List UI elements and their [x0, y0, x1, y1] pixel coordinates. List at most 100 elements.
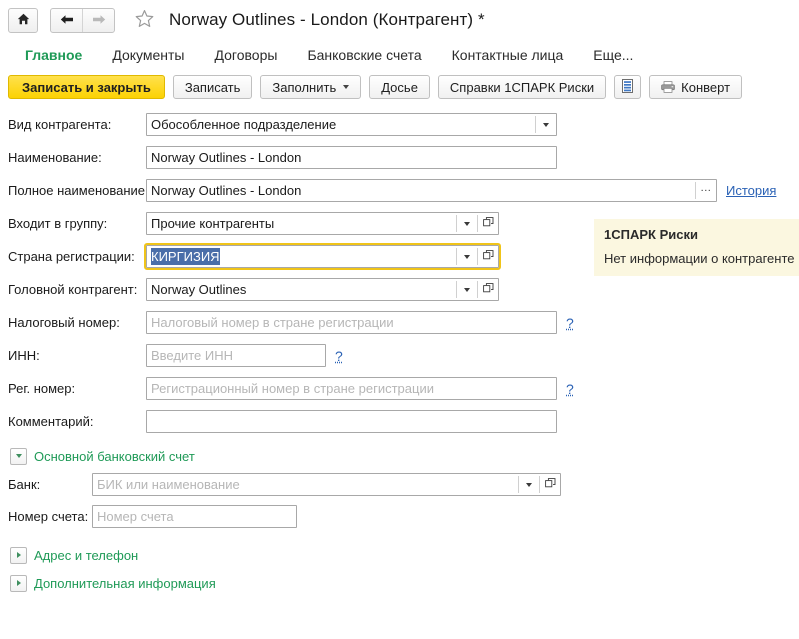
full-name-ellipsis-button[interactable]: ...: [696, 180, 716, 201]
chevron-down-icon: [464, 254, 470, 259]
group-dropdown-button[interactable]: [457, 213, 477, 234]
back-button[interactable]: [51, 9, 82, 32]
parent-dropdown-button[interactable]: [457, 279, 477, 300]
inn-field[interactable]: Введите ИНН: [146, 344, 326, 367]
country-value-wrap: КИРГИЗИЯ: [147, 246, 456, 267]
tab-kontaktnye-lica[interactable]: Контактные лица: [437, 47, 579, 63]
command-toolbar: Записать и закрыть Записать Заполнить До…: [0, 70, 799, 104]
address-phone-group-header[interactable]: Адрес и телефон: [0, 542, 799, 568]
account-number-placeholder: Номер счета: [97, 509, 174, 524]
label-name: Наименование:: [8, 150, 102, 165]
label-parent: Головной контрагент:: [8, 282, 138, 297]
form-row-kind: Вид контрагента: Обособленное подразделе…: [0, 108, 799, 141]
country-dropdown-button[interactable]: [457, 246, 477, 267]
star-outline-icon: [134, 9, 155, 32]
form-row-parent: Головной контрагент: Norway Outlines: [0, 273, 799, 306]
bank-field[interactable]: БИК или наименование: [92, 473, 561, 496]
add-to-favorites-button[interactable]: [129, 5, 159, 35]
printer-icon: [661, 81, 675, 93]
label-inn: ИНН:: [8, 348, 40, 363]
parent-value: Norway Outlines: [151, 282, 247, 297]
comment-field[interactable]: [146, 410, 557, 433]
tab-dogovory[interactable]: Договоры: [200, 47, 293, 63]
save-button[interactable]: Записать: [172, 75, 253, 99]
bank-account-group-header[interactable]: Основной банковский счет: [0, 443, 799, 469]
spark-risks-panel: 1СПАРК Риски Нет информации о контрагент…: [594, 219, 799, 276]
kind-value: Обособленное подразделение: [151, 117, 337, 132]
chevron-right-icon: [16, 580, 21, 586]
address-phone-group-label: Адрес и телефон: [34, 547, 139, 563]
tax-number-help-icon[interactable]: ?: [566, 315, 574, 331]
full-name-value: Norway Outlines - London: [151, 183, 302, 198]
additional-info-group-header[interactable]: Дополнительная информация: [0, 570, 799, 596]
section-tab-bar: Главное Документы Договоры Банковские сч…: [0, 40, 799, 70]
report-list-icon: [622, 78, 634, 96]
form-row-full-name: Полное наименование: Norway Outlines - L…: [0, 174, 799, 207]
label-reg-number: Рег. номер:: [8, 381, 76, 396]
reg-number-placeholder: Регистрационный номер в стране регистрац…: [151, 381, 434, 396]
chevron-right-icon: [16, 552, 21, 558]
expand-toggle-additional[interactable]: [10, 574, 27, 592]
collapse-toggle-bank[interactable]: [10, 447, 27, 465]
home-button[interactable]: [8, 7, 38, 33]
name-field[interactable]: Norway Outlines - London: [146, 146, 557, 169]
chevron-down-icon: [543, 122, 549, 127]
fill-button-label: Заполнить: [272, 79, 337, 95]
country-select-button[interactable]: [478, 246, 498, 267]
forward-button[interactable]: [82, 8, 114, 32]
bank-dropdown-button[interactable]: [519, 474, 539, 495]
tab-dokumenty[interactable]: Документы: [97, 47, 199, 63]
country-value: КИРГИЗИЯ: [151, 248, 220, 265]
expand-toggle-address[interactable]: [10, 546, 27, 564]
dossier-button[interactable]: Досье: [369, 75, 430, 99]
bank-select-button[interactable]: [540, 474, 560, 495]
group-value: Прочие контрагенты: [151, 216, 275, 231]
kind-dropdown-button[interactable]: [536, 114, 556, 135]
label-account-number: Номер счета:: [8, 509, 89, 524]
group-select-button[interactable]: [478, 213, 498, 234]
tab-glavnoe[interactable]: Главное: [10, 47, 97, 63]
label-group: Входит в группу:: [8, 216, 108, 231]
label-country: Страна регистрации:: [8, 249, 135, 264]
country-field[interactable]: КИРГИЗИЯ: [144, 243, 501, 270]
kind-field[interactable]: Обособленное подразделение: [146, 113, 557, 136]
chevron-down-icon: [15, 454, 22, 458]
open-window-icon: [544, 477, 556, 492]
bank-placeholder: БИК или наименование: [97, 477, 240, 492]
full-name-field[interactable]: Norway Outlines - London ...: [146, 179, 717, 202]
tab-bankovskie-scheta[interactable]: Банковские счета: [292, 47, 436, 63]
form-row-account-number: Номер счета: Номер счета: [0, 500, 799, 533]
report-button[interactable]: [614, 75, 642, 99]
chevron-down-icon: [343, 85, 350, 89]
open-window-icon: [482, 249, 494, 264]
history-link[interactable]: История: [726, 183, 776, 198]
label-comment: Комментарий:: [8, 414, 94, 429]
chevron-down-icon: [464, 221, 470, 226]
spark-reports-button[interactable]: Справки 1СПАРК Риски: [437, 75, 607, 99]
parent-field[interactable]: Norway Outlines: [146, 278, 499, 301]
label-bank: Банк:: [8, 477, 41, 492]
form-row-tax-number: Налоговый номер: Налоговый номер в стран…: [0, 306, 799, 339]
tab-more[interactable]: Еще...: [578, 47, 648, 63]
home-icon: [17, 13, 30, 28]
reg-number-help-icon[interactable]: ?: [566, 381, 574, 397]
arrow-left-icon: [60, 13, 74, 28]
envelope-button[interactable]: Конверт: [649, 75, 743, 99]
bank-account-group-label: Основной банковский счет: [34, 448, 195, 464]
fill-button[interactable]: Заполнить: [260, 75, 362, 99]
window-title-bar: Norway Outlines - London (Контрагент) *: [0, 0, 799, 40]
save-and-close-button[interactable]: Записать и закрыть: [8, 75, 165, 99]
spark-risks-message: Нет информации о контрагенте: [604, 251, 795, 266]
parent-select-button[interactable]: [478, 279, 498, 300]
chevron-down-icon: [526, 482, 532, 487]
additional-info-group-label: Дополнительная информация: [34, 575, 216, 591]
tax-number-field[interactable]: Налоговый номер в стране регистрации: [146, 311, 557, 334]
spark-risks-title: 1СПАРК Риски: [604, 227, 698, 242]
form-row-name: Наименование: Norway Outlines - London: [0, 141, 799, 174]
reg-number-field[interactable]: Регистрационный номер в стране регистрац…: [146, 377, 557, 400]
inn-help-icon[interactable]: ?: [335, 348, 343, 364]
form-row-reg-number: Рег. номер: Регистрационный номер в стра…: [0, 372, 799, 405]
group-field[interactable]: Прочие контрагенты: [146, 212, 499, 235]
navigation-buttons: [50, 7, 115, 33]
account-number-field[interactable]: Номер счета: [92, 505, 297, 528]
